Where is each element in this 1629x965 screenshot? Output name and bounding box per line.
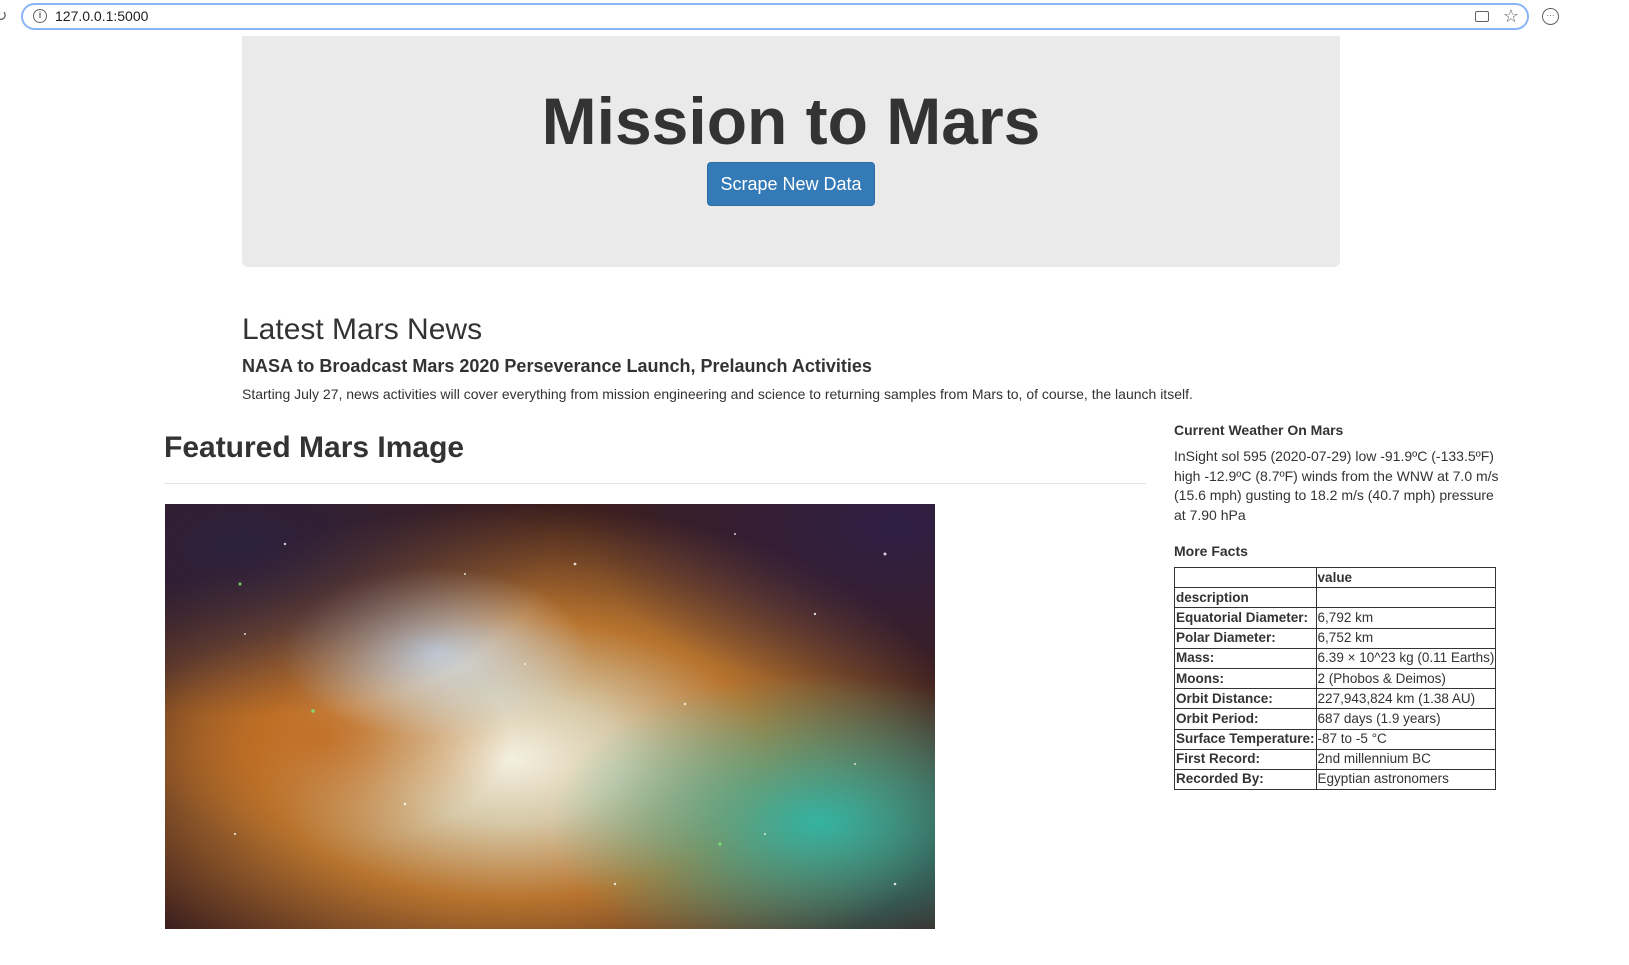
- scrape-button[interactable]: Scrape New Data: [707, 162, 875, 206]
- row-label: Moons:: [1174, 667, 1317, 690]
- row-label: Polar Diameter:: [1174, 627, 1317, 649]
- url-text[interactable]: 127.0.0.1:5000: [55, 8, 148, 24]
- news-heading: Latest Mars News: [242, 313, 483, 346]
- table-header-description: description: [1174, 587, 1317, 609]
- row-value: -87 to -5 °C: [1315, 728, 1497, 750]
- weather-heading: Current Weather On Mars: [1174, 422, 1344, 438]
- row-label: Mass:: [1174, 647, 1317, 669]
- extension-icon[interactable]: ⋯: [1542, 8, 1559, 25]
- row-label: Orbit Period:: [1174, 708, 1317, 730]
- row-label: Surface Temperature:: [1174, 728, 1317, 750]
- facts-heading: More Facts: [1174, 543, 1248, 559]
- row-label: First Record:: [1174, 748, 1317, 770]
- table-header-blank: [1315, 587, 1497, 609]
- table-row: Orbit Distance: 227,943,824 km (1.38 AU): [1174, 688, 1497, 710]
- table-row: Moons: 2 (Phobos & Deimos): [1174, 667, 1497, 690]
- row-value: 6.39 × 10^23 kg (0.11 Earths): [1315, 647, 1497, 669]
- facts-table: value description Equatorial Diameter: 6,…: [1174, 566, 1497, 791]
- table-header-row: value: [1174, 566, 1497, 589]
- table-row: Recorded By: Egyptian astronomers: [1174, 768, 1497, 791]
- address-bar[interactable]: i 127.0.0.1:5000 ☆: [21, 3, 1529, 30]
- weather-text: InSight sol 595 (2020-07-29) low -91.9ºC…: [1174, 448, 1499, 523]
- row-value: 2 (Phobos & Deimos): [1315, 667, 1497, 690]
- table-row: Mass: 6.39 × 10^23 kg (0.11 Earths): [1174, 647, 1497, 669]
- table-header-value: value: [1315, 566, 1497, 589]
- table-row: Equatorial Diameter: 6,792 km: [1174, 607, 1497, 629]
- row-value: 6,792 km: [1315, 607, 1497, 629]
- row-value: Egyptian astronomers: [1315, 768, 1497, 791]
- page-title: Mission to Mars: [541, 84, 1041, 158]
- browser-toolbar: ↻ i 127.0.0.1:5000 ☆ ⋯: [0, 0, 1629, 34]
- row-value: 687 days (1.9 years): [1315, 708, 1497, 730]
- table-row: Orbit Period: 687 days (1.9 years): [1174, 708, 1497, 730]
- table-row: First Record: 2nd millennium BC: [1174, 748, 1497, 770]
- star-icon[interactable]: ☆: [1503, 6, 1519, 26]
- news-paragraph: Starting July 27, news activities will c…: [242, 386, 1193, 402]
- row-label: Equatorial Diameter:: [1174, 607, 1317, 629]
- featured-heading: Featured Mars Image: [164, 431, 465, 464]
- divider: [164, 483, 1146, 484]
- table-row: Surface Temperature: -87 to -5 °C: [1174, 728, 1497, 750]
- table-header-row: description: [1174, 587, 1497, 609]
- row-value: 227,943,824 km (1.38 AU): [1315, 688, 1497, 710]
- featured-image: [165, 504, 935, 929]
- row-label: Orbit Distance:: [1174, 688, 1317, 710]
- jumbotron: Mission to Mars Scrape New Data: [242, 36, 1340, 267]
- info-icon[interactable]: i: [33, 9, 47, 23]
- cast-icon[interactable]: [1475, 11, 1489, 22]
- news-title: NASA to Broadcast Mars 2020 Perseverance…: [242, 356, 872, 376]
- row-value: 6,752 km: [1315, 627, 1497, 649]
- table-row: Polar Diameter: 6,752 km: [1174, 627, 1497, 649]
- reload-icon[interactable]: ↻: [0, 8, 10, 26]
- row-label: Recorded By:: [1174, 768, 1317, 791]
- row-value: 2nd millennium BC: [1315, 748, 1497, 770]
- table-header-blank: [1174, 566, 1317, 589]
